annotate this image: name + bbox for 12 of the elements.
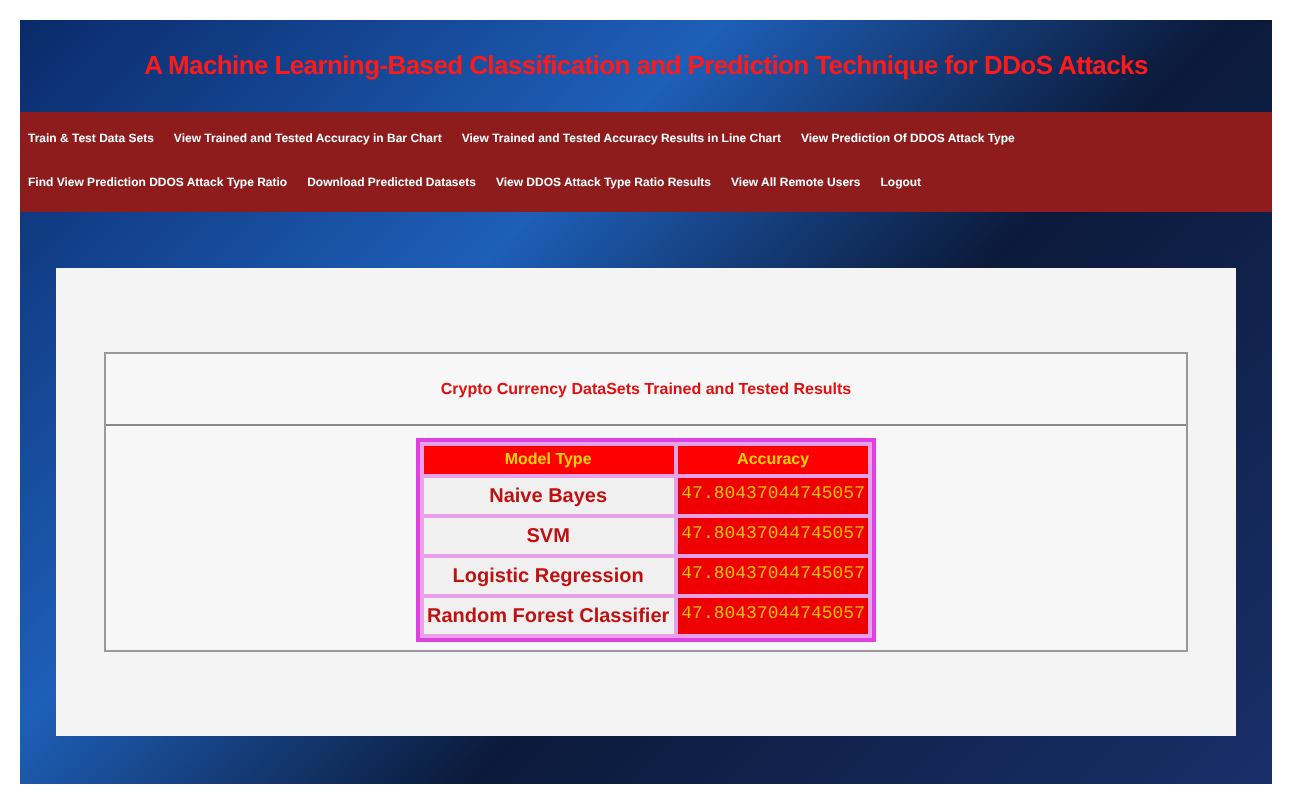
accuracy-cell: 47.80437044745057	[677, 518, 869, 554]
model-cell: SVM	[423, 518, 674, 554]
results-heading: Crypto Currency DataSets Trained and Tested Results	[440, 377, 852, 401]
accuracy-cell: 47.80437044745057	[677, 598, 869, 634]
model-cell: Naive Bayes	[423, 478, 674, 514]
column-header: Model Type	[423, 446, 674, 474]
model-cell: Logistic Regression	[423, 558, 674, 594]
column-header: Accuracy	[677, 446, 869, 474]
model-cell: Random Forest Classifier	[423, 598, 674, 634]
page-title: A Machine Learning-Based Classification and Prediction Technique for DDoS Attacks	[144, 48, 1148, 85]
accuracy-cell: 47.80437044745057	[677, 478, 869, 514]
accuracy-cell: 47.80437044745057	[677, 558, 869, 594]
